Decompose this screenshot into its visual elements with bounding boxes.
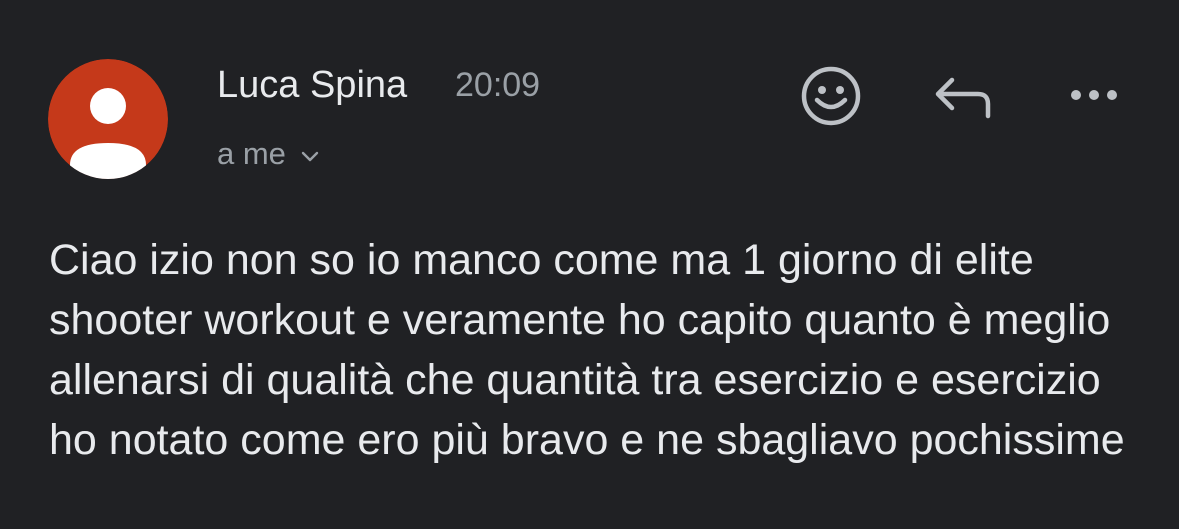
reply-button[interactable] xyxy=(932,72,994,120)
person-icon xyxy=(48,59,168,179)
more-horizontal-icon xyxy=(1071,90,1117,100)
chevron-down-icon xyxy=(300,136,320,172)
sender-name[interactable]: Luca Spina xyxy=(217,64,407,107)
message-body: Ciao izio non so io manco come ma 1 gior… xyxy=(49,236,1125,464)
more-options-button[interactable] xyxy=(1066,80,1122,110)
sender-avatar[interactable] xyxy=(48,59,168,179)
reply-icon xyxy=(935,77,991,119)
message-time: 20:09 xyxy=(455,66,541,104)
emoji-smile-icon xyxy=(801,66,861,126)
emoji-reaction-button[interactable] xyxy=(799,64,863,128)
recipient-label: a me xyxy=(217,136,286,171)
recipient-details-toggle[interactable]: a me xyxy=(217,136,320,172)
